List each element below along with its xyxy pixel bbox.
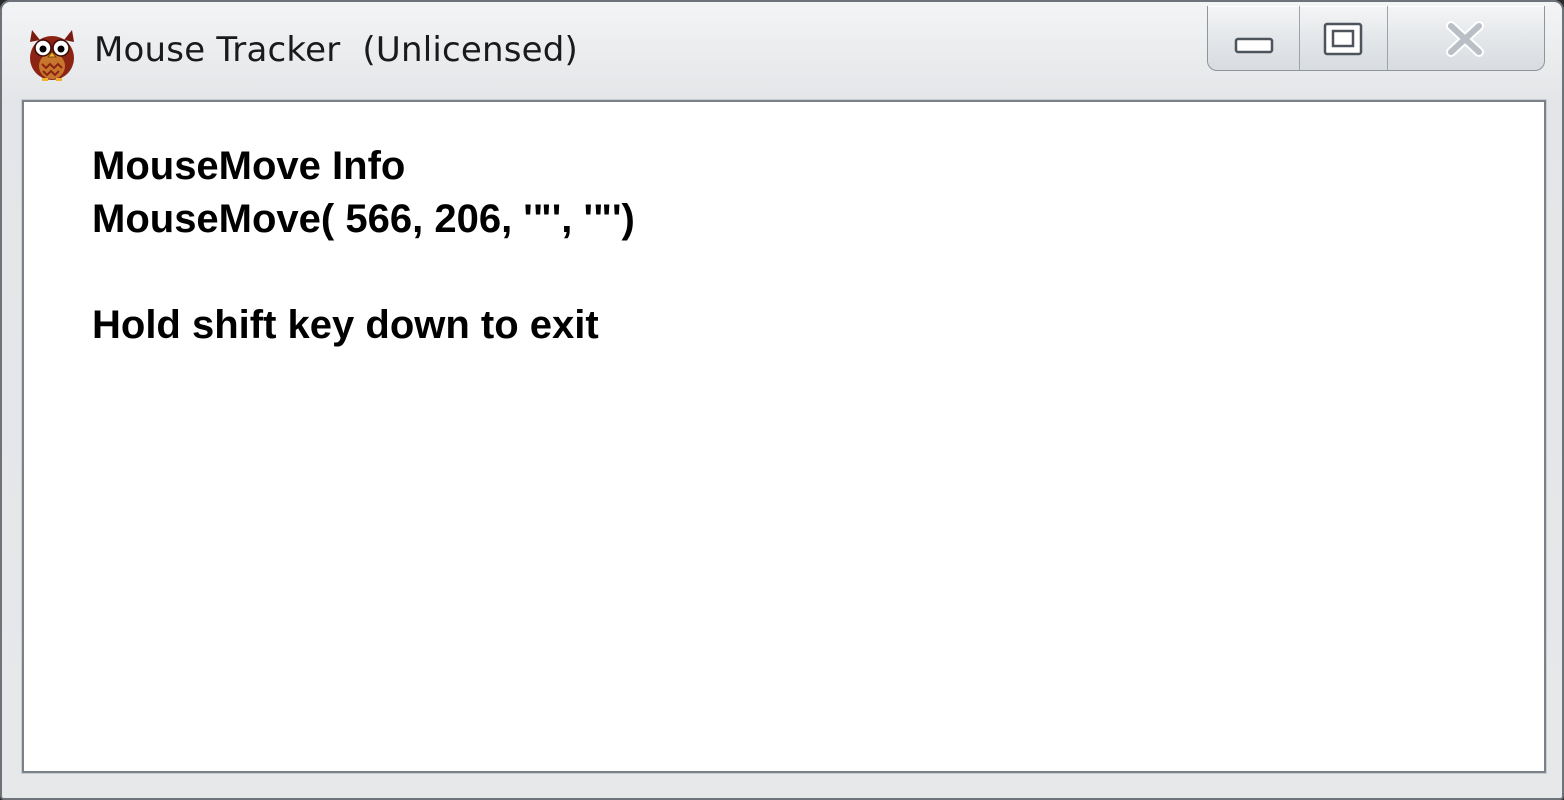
info-heading: MouseMove Info [92, 144, 406, 188]
exit-instruction: Hold shift key down to exit [92, 303, 599, 347]
close-button[interactable] [1388, 6, 1544, 70]
owl-icon[interactable] [24, 26, 80, 82]
caption-buttons [1207, 6, 1545, 71]
minimize-button[interactable] [1208, 6, 1300, 70]
mouse-tracker-window: Mouse Tracker (Unlicensed) MouseMove Inf… [0, 0, 1564, 800]
client-area: MouseMove Info MouseMove( 566, 206, '"',… [22, 100, 1546, 773]
window-title: Mouse Tracker (Unlicensed) [94, 30, 579, 70]
title-bar[interactable]: Mouse Tracker (Unlicensed) [2, 2, 1562, 100]
maximize-button[interactable] [1300, 6, 1388, 70]
mousemove-command: MouseMove( 566, 206, '"', '"') [92, 197, 635, 241]
